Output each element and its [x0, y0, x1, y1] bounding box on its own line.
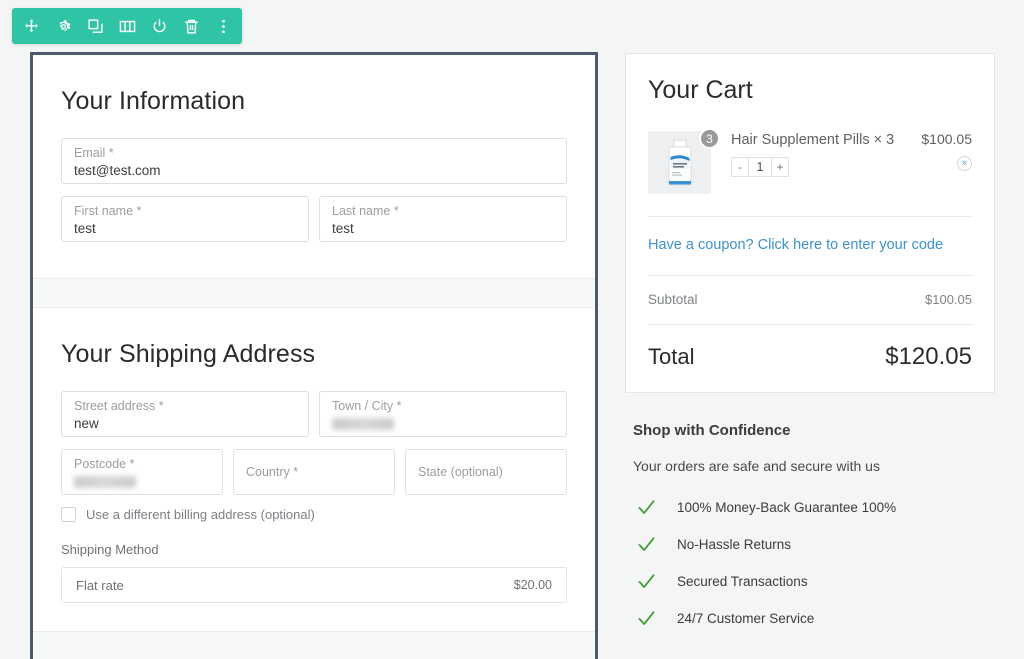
- shipping-method-label: Shipping Method: [61, 542, 159, 557]
- total-value: $120.05: [885, 343, 972, 370]
- subtotal-row: Subtotal $100.05: [648, 276, 972, 324]
- total-row: Total $120.05: [648, 325, 972, 371]
- shipping-address-section: Your Shipping Address Street address * n…: [33, 308, 595, 631]
- confidence-subtitle: Your orders are safe and secure with us: [633, 458, 880, 474]
- coupon-link[interactable]: Have a coupon? Click here to enter your …: [648, 217, 972, 275]
- quantity-value[interactable]: 1: [749, 157, 771, 177]
- trash-icon[interactable]: [182, 14, 200, 38]
- section-toolbar[interactable]: [12, 8, 242, 44]
- billing-address-checkbox-row[interactable]: Use a different billing address (optiona…: [61, 507, 567, 522]
- columns-icon[interactable]: [118, 14, 136, 38]
- confidence-item-label: Secured Transactions: [677, 574, 808, 589]
- confidence-item-label: 100% Money-Back Guarantee 100%: [677, 500, 897, 515]
- quantity-decrease-button[interactable]: -: [731, 157, 749, 177]
- pill-bottle-icon: [668, 139, 691, 185]
- cart-item-name: Hair Supplement Pills × 3: [731, 132, 895, 148]
- page-title: Your Information: [61, 87, 246, 115]
- subtotal-label: Subtotal: [648, 292, 698, 307]
- email-field[interactable]: Email * test@test.com: [61, 138, 567, 184]
- email-value: test@test.com: [74, 163, 161, 178]
- street-address-field[interactable]: Street address * new: [61, 391, 309, 437]
- shop-with-confidence-section: Shop with Confidence Your orders are saf…: [633, 422, 1013, 646]
- street-address-value: new: [74, 416, 99, 431]
- shipping-address-title: Your Shipping Address: [61, 340, 316, 368]
- check-icon: [633, 535, 659, 554]
- last-name-label: Last name *: [332, 204, 399, 218]
- billing-address-label: Use a different billing address (optiona…: [86, 507, 315, 522]
- postcode-label: Postcode *: [74, 457, 135, 471]
- shipping-option-flat-rate[interactable]: Flat rate $20.00: [61, 567, 567, 603]
- check-icon: [633, 498, 659, 517]
- cart-quantity-badge: 3: [699, 128, 720, 149]
- town-city-redacted-value: [332, 418, 394, 430]
- flat-rate-name: Flat rate: [76, 577, 124, 593]
- cart-line-item: 3 Hair Supplement Pills × 3 - 1 + $100.0…: [648, 128, 972, 194]
- remove-item-icon[interactable]: ×: [957, 156, 972, 171]
- confidence-item: Secured Transactions: [633, 572, 1013, 591]
- confidence-item-label: 24/7 Customer Service: [677, 611, 815, 626]
- confidence-item: 100% Money-Back Guarantee 100%: [633, 498, 1013, 517]
- your-information-section: Your Information Email * test@test.com F…: [33, 55, 595, 278]
- cart-title: Your Cart: [648, 76, 753, 104]
- first-name-label: First name *: [74, 204, 142, 218]
- subtotal-value: $100.05: [925, 292, 972, 307]
- billing-address-checkbox[interactable]: [61, 507, 76, 522]
- confidence-item-label: No-Hassle Returns: [677, 537, 792, 552]
- flat-rate-price: $20.00: [513, 578, 552, 592]
- check-icon: [633, 609, 659, 628]
- move-icon[interactable]: [22, 14, 40, 38]
- first-name-value: test: [74, 221, 96, 236]
- state-field[interactable]: State (optional): [405, 449, 567, 495]
- kebab-menu-icon[interactable]: [214, 14, 232, 38]
- postcode-field[interactable]: Postcode *: [61, 449, 223, 495]
- cart-item-price: $100.05: [921, 131, 972, 147]
- page-root: Module Settings Your Information: [0, 0, 1024, 659]
- state-label: State (optional): [418, 464, 503, 479]
- name-row: First name * test Last name * test: [61, 196, 567, 242]
- checkout-form-panel: Your Information Email * test@test.com F…: [30, 52, 598, 659]
- first-name-field[interactable]: First name * test: [61, 196, 309, 242]
- gear-icon[interactable]: [54, 14, 72, 38]
- cart-panel: Your Cart 3 Hair Supplement Pills × 3 - …: [625, 53, 995, 393]
- confidence-item: 24/7 Customer Service: [633, 609, 1013, 628]
- town-city-field[interactable]: Town / City *: [319, 391, 567, 437]
- duplicate-icon[interactable]: [86, 14, 104, 38]
- street-address-label: Street address *: [74, 399, 164, 413]
- email-label: Email *: [74, 146, 114, 160]
- confidence-item: No-Hassle Returns: [633, 535, 1013, 554]
- confidence-title: Shop with Confidence: [633, 422, 791, 439]
- postcode-country-state-row: Postcode * Country * State (optional): [61, 449, 567, 495]
- power-icon[interactable]: [150, 14, 168, 38]
- quantity-increase-button[interactable]: +: [771, 157, 789, 177]
- country-field[interactable]: Country *: [233, 449, 395, 495]
- quantity-stepper[interactable]: - 1 +: [731, 157, 915, 177]
- email-row: Email * test@test.com: [61, 138, 567, 184]
- town-city-label: Town / City *: [332, 399, 402, 413]
- cart-item-details: Hair Supplement Pills × 3 - 1 +: [711, 131, 915, 194]
- section-divider-bottom: [33, 631, 595, 659]
- last-name-field[interactable]: Last name * test: [319, 196, 567, 242]
- country-label: Country *: [246, 464, 299, 479]
- cart-item-right: $100.05 ×: [915, 131, 972, 194]
- check-icon: [633, 572, 659, 591]
- product-thumbnail-wrap: 3: [648, 128, 720, 194]
- last-name-value: test: [332, 221, 354, 236]
- postcode-redacted-value: [74, 476, 136, 488]
- total-label: Total: [648, 344, 695, 369]
- section-divider: [33, 278, 595, 308]
- street-city-row: Street address * new Town / City *: [61, 391, 567, 437]
